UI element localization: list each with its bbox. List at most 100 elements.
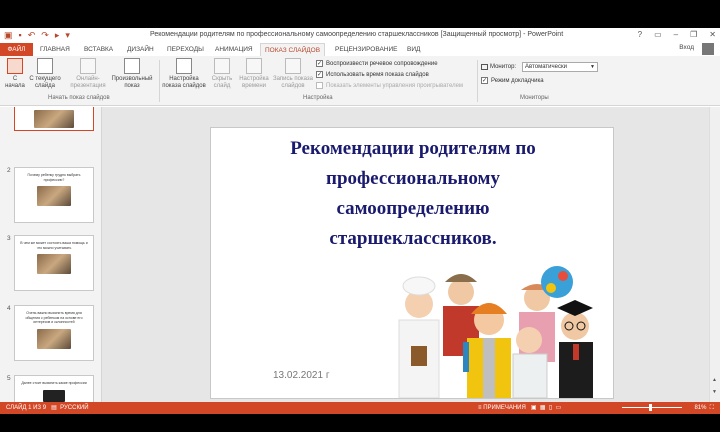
hide-slide-icon <box>214 58 230 74</box>
custom-show-icon <box>124 58 140 74</box>
tab-home[interactable]: ГЛАВНАЯ <box>36 43 74 56</box>
quick-access-toolbar: ▣ ▪ ↶ ↷ ▸ ▾ <box>4 30 70 40</box>
thumbnail-image <box>37 328 71 349</box>
thumbnail-number: 4 <box>7 305 11 312</box>
thumbnail-image <box>34 110 74 128</box>
tab-file[interactable]: ФАЙЛ <box>0 43 33 56</box>
start-show-icon[interactable]: ▸ <box>55 30 60 40</box>
thumbnail-image <box>43 389 65 402</box>
tab-transitions[interactable]: ПЕРЕХОДЫ <box>163 43 208 56</box>
present-online-button[interactable]: Онлайн- презентация <box>66 58 110 90</box>
thumbnail-number: 5 <box>7 375 11 382</box>
group-separator <box>159 60 160 102</box>
slide-thumbnail-4[interactable]: Очень важно выяснить время для общения с… <box>14 305 94 361</box>
tab-insert[interactable]: ВСТАВКА <box>80 43 117 56</box>
slideshow-start-icon <box>7 58 23 74</box>
ribbon: С начала С текущего слайда Онлайн- презе… <box>0 56 720 106</box>
thumbnail-image <box>37 254 71 274</box>
show-media-controls-checkbox[interactable]: Показать элементы управления проигрывате… <box>316 82 463 89</box>
zoom-level[interactable]: 81% ⛶ <box>694 402 714 414</box>
checkmark-icon: ✓ <box>316 71 323 78</box>
presenter-view-checkbox[interactable]: ✓ Режим докладчика <box>481 77 544 84</box>
thumbnail-image <box>37 186 71 206</box>
restore-button[interactable]: ❐ <box>690 30 697 40</box>
chevron-down-icon: ▼ <box>590 64 595 70</box>
slide-thumbnail-1[interactable] <box>14 107 94 131</box>
thumbnail-number: 3 <box>7 235 11 242</box>
powerpoint-window: ▣ ▪ ↶ ↷ ▸ ▾ Рекомендации родителям по пр… <box>0 28 720 414</box>
tab-slide-show[interactable]: ПОКАЗ СЛАЙДОВ <box>260 43 326 56</box>
setup-show-icon <box>176 58 192 74</box>
fit-to-window-icon[interactable]: ⛶ <box>710 405 714 411</box>
from-current-slide-button[interactable]: С текущего слайда <box>28 58 62 90</box>
avatar[interactable] <box>702 43 714 55</box>
group-label-start: Начать показ слайдов <box>48 95 110 101</box>
vertical-scrollbar[interactable]: ▲ ▼ <box>709 107 720 402</box>
status-bar: СЛАЙД 1 ИЗ 9 ▤ РУССКИЙ ≡ ПРИМЕЧАНИЯ ▣ ▦ … <box>0 402 720 414</box>
spellcheck-icon[interactable]: ▤ <box>51 405 57 411</box>
rehearse-timings-button[interactable]: Настройка времени <box>237 58 271 90</box>
checkmark-icon: ✓ <box>316 60 323 67</box>
play-narrations-checkbox[interactable]: ✓ Воспроизвести речевое сопровождение <box>316 60 438 67</box>
undo-icon[interactable]: ↶ <box>28 30 36 40</box>
scroll-down-icon[interactable]: ▼ <box>712 389 717 395</box>
custom-show-button[interactable]: Произвольный показ <box>108 58 156 90</box>
window-title: Рекомендации родителям по профессиональн… <box>150 31 564 38</box>
screen-frame: ▣ ▪ ↶ ↷ ▸ ▾ Рекомендации родителям по пр… <box>0 0 720 432</box>
zoom-slider-handle[interactable] <box>649 404 652 411</box>
group-separator <box>477 60 478 102</box>
workspace: 2 Почему ребенку трудно выбрать професси… <box>0 107 720 402</box>
ribbon-tabs: ФАЙЛ ГЛАВНАЯ ВСТАВКА ДИЗАЙН ПЕРЕХОДЫ АНИ… <box>0 42 720 56</box>
reading-view-icon[interactable]: ▯ <box>549 405 552 411</box>
slide-title[interactable]: Рекомендации родителям по профессиональн… <box>245 134 581 254</box>
slide-thumbnails-pane[interactable]: 2 Почему ребенку трудно выбрать професси… <box>0 107 102 402</box>
tab-review[interactable]: РЕЦЕНЗИРОВАНИЕ <box>331 43 402 56</box>
checkmark-icon: ✓ <box>481 77 488 84</box>
ribbon-display-icon[interactable]: ▭ <box>654 30 662 40</box>
app-logo-icon: ▣ <box>4 30 13 40</box>
minimize-button[interactable]: – <box>674 30 678 40</box>
window-controls: ? ▭ – ❐ ✕ <box>638 30 716 40</box>
customize-qat-icon[interactable]: ▾ <box>65 30 70 40</box>
slide-thumbnail-2[interactable]: Почему ребенку трудно выбрать профессию? <box>14 167 94 223</box>
use-timings-checkbox[interactable]: ✓ Использовать время показа слайдов <box>316 71 429 78</box>
zoom-slider[interactable] <box>622 404 682 411</box>
monitor-label: Монитор: <box>490 64 517 70</box>
group-label-monitors: Мониторы <box>520 95 549 101</box>
save-icon[interactable]: ▪ <box>19 30 22 40</box>
record-icon <box>285 58 301 74</box>
from-beginning-button[interactable]: С начала <box>3 58 27 90</box>
slide-thumbnail-3[interactable]: В чем же может состоять ваша помощь и чт… <box>14 235 94 291</box>
title-bar: ▣ ▪ ↶ ↷ ▸ ▾ Рекомендации родителям по пр… <box>0 28 720 42</box>
status-left: СЛАЙД 1 ИЗ 9 ▤ РУССКИЙ <box>6 402 89 414</box>
current-slide[interactable]: Рекомендации родителям по профессиональн… <box>210 127 614 399</box>
slide-thumbnail-5[interactable]: Далее стоит выяснить какие профессии <box>14 375 94 402</box>
redo-icon[interactable]: ↷ <box>41 30 49 40</box>
record-slide-show-button[interactable]: Запись показа слайдов <box>271 58 315 90</box>
language-indicator[interactable]: РУССКИЙ <box>60 405 88 411</box>
monitor-dropdown[interactable]: Автоматически ▼ <box>522 62 598 72</box>
notes-icon: ≡ <box>478 405 482 411</box>
monitor-icon <box>481 64 488 70</box>
close-button[interactable]: ✕ <box>709 30 716 40</box>
sign-in-link[interactable]: Вход <box>679 44 694 51</box>
tab-view[interactable]: ВИД <box>403 43 424 56</box>
slide-sorter-icon[interactable]: ▦ <box>540 405 546 411</box>
slideshow-current-icon <box>37 58 53 74</box>
thumbnail-number: 2 <box>7 167 11 174</box>
tab-animations[interactable]: АНИМАЦИЯ <box>211 43 257 56</box>
normal-view-icon[interactable]: ▣ <box>531 405 537 411</box>
children-professions-image <box>379 262 605 398</box>
group-label-setup: Настройка <box>303 95 333 101</box>
notes-button[interactable]: ≡ ПРИМЕЧАНИЯ ▣ ▦ ▯ ▭ <box>478 402 561 414</box>
rehearse-timings-icon <box>246 58 262 74</box>
slide-counter: СЛАЙД 1 ИЗ 9 <box>6 405 47 411</box>
scroll-up-icon[interactable]: ▲ <box>712 377 717 383</box>
tab-design[interactable]: ДИЗАЙН <box>123 43 158 56</box>
present-online-icon <box>80 58 96 74</box>
slide-date[interactable]: 13.02.2021 г <box>273 370 329 381</box>
hide-slide-button[interactable]: Скрыть слайд <box>208 58 236 90</box>
help-button[interactable]: ? <box>638 30 642 40</box>
setup-slide-show-button[interactable]: Настройка показа слайдов <box>161 58 207 90</box>
slideshow-view-icon[interactable]: ▭ <box>556 405 562 411</box>
